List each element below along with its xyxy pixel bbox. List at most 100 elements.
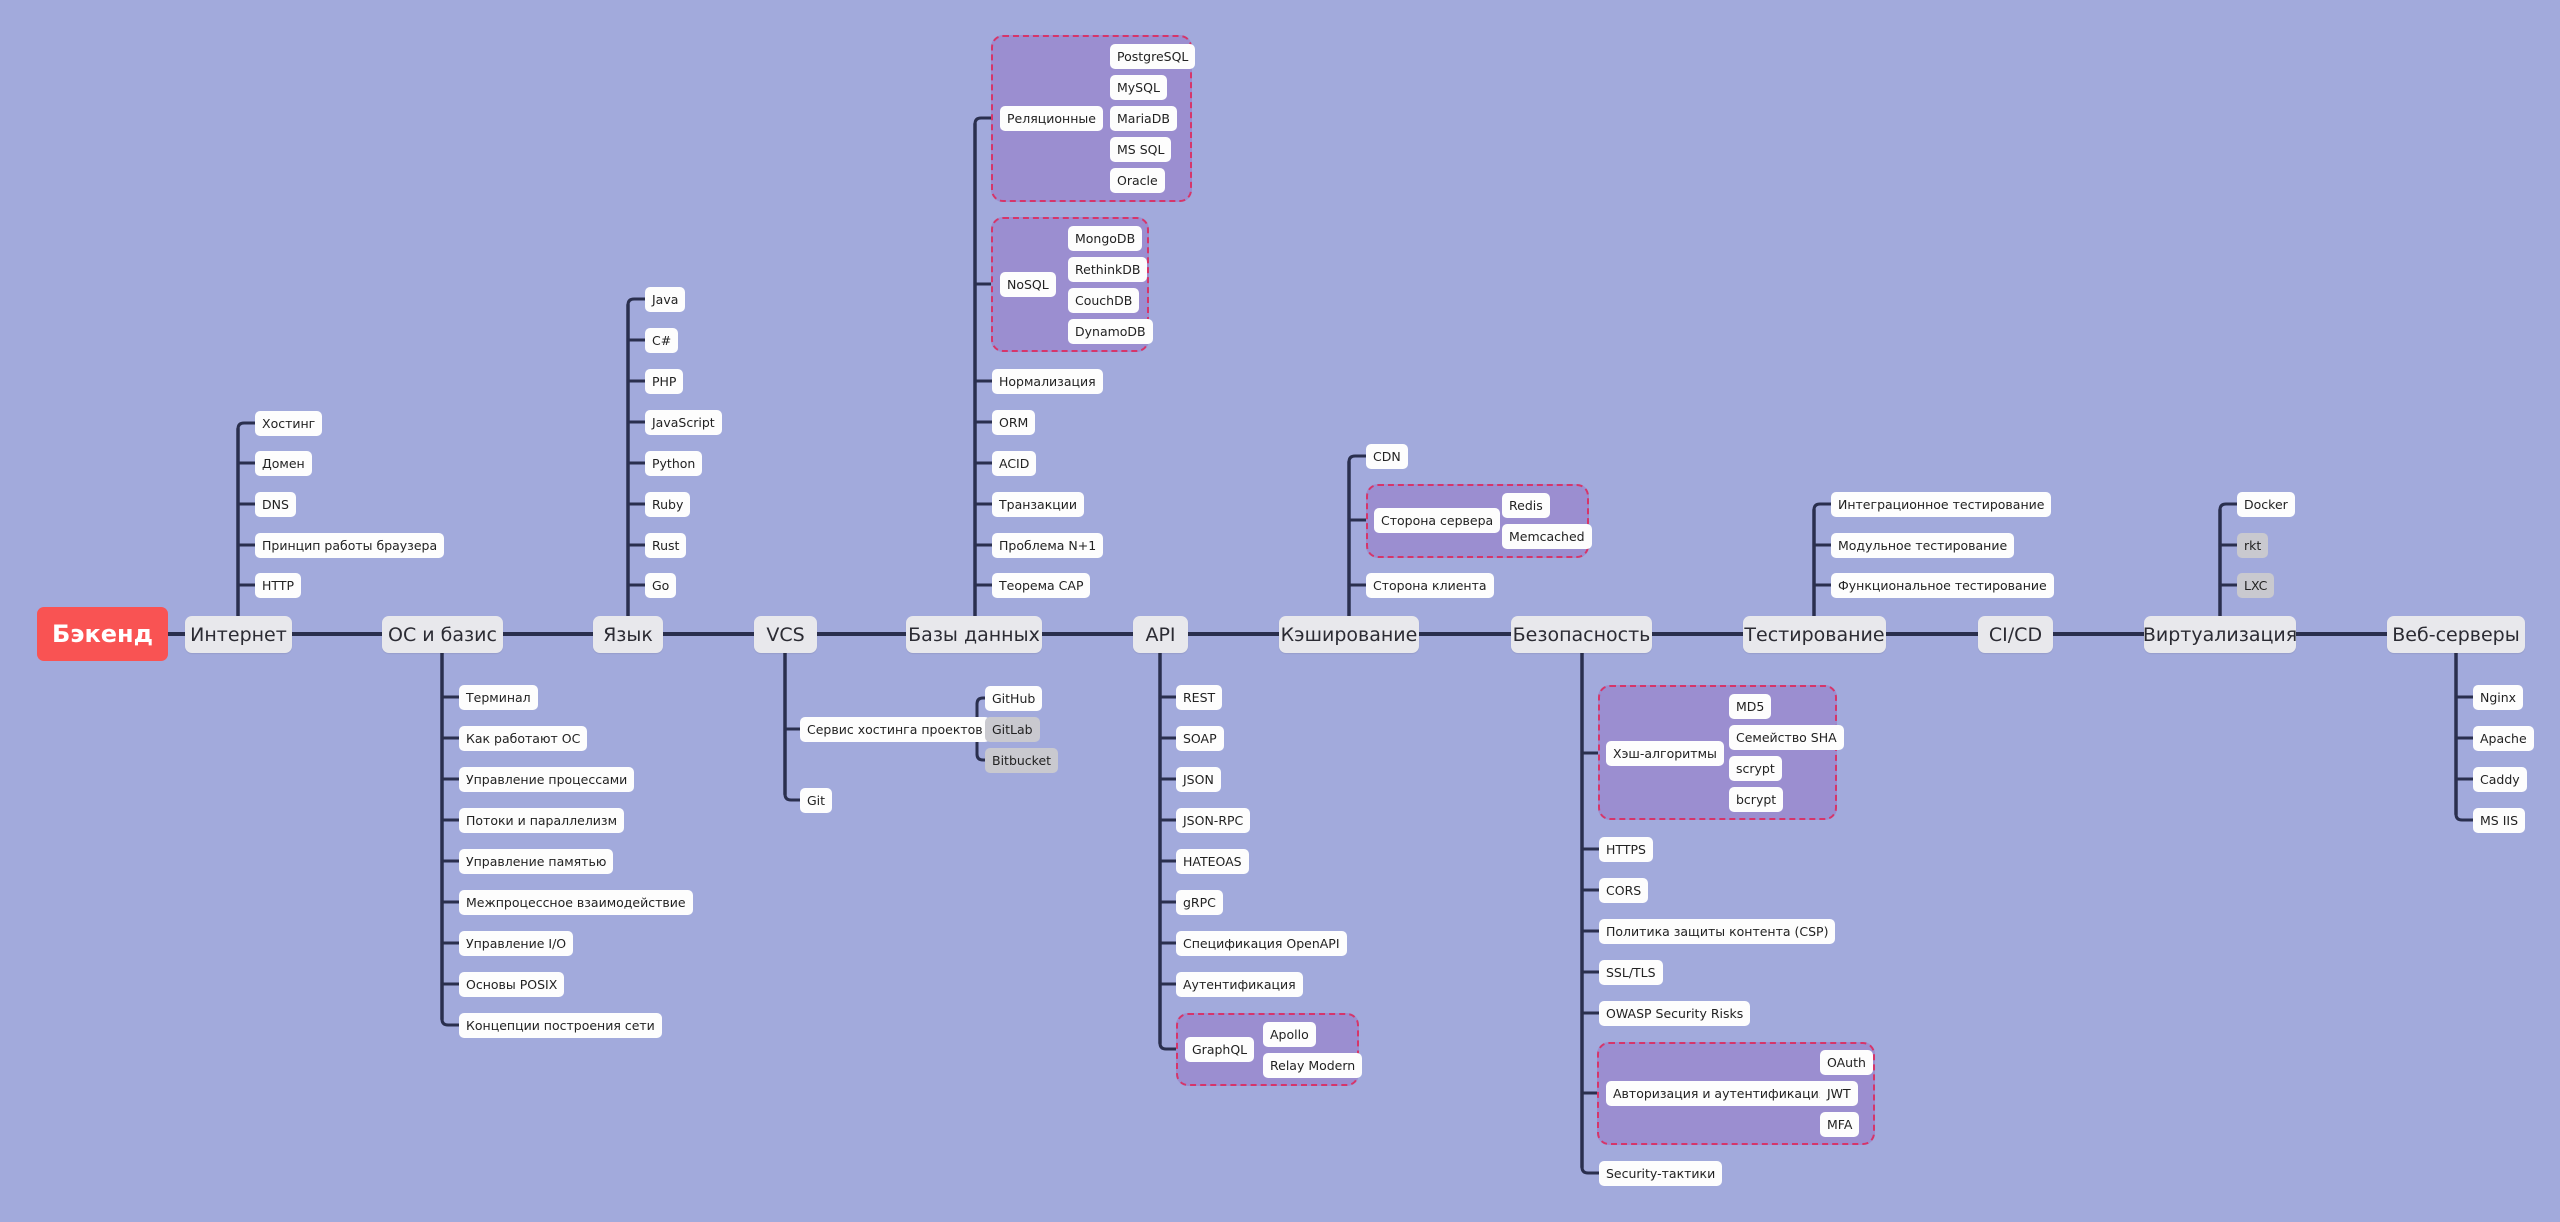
subitem-postgresql[interactable]: PostgreSQL [1110, 43, 1196, 69]
item-apache[interactable]: Apache [2473, 725, 2534, 751]
item-домен[interactable]: Домен [255, 450, 312, 476]
item-аутентификация[interactable]: Аутентификация [1176, 971, 1303, 997]
item-модульное-тестирование[interactable]: Модульное тестирование [1831, 532, 2015, 558]
item-как-работают-ос[interactable]: Как работают ОС [459, 725, 588, 751]
item-сторона-клиента[interactable]: Сторона клиента [1366, 572, 1494, 598]
item-принцип-работы-браузера[interactable]: Принцип работы браузера [255, 532, 445, 558]
topic-веб-серверы[interactable]: Веб-серверы [2387, 616, 2525, 653]
item-проблема-n-1[interactable]: Проблема N+1 [992, 532, 1104, 558]
item-hateoas[interactable]: HATEOAS [1176, 848, 1249, 874]
item-основы-posix[interactable]: Основы POSIX [459, 971, 565, 997]
item-авторизация-и-аутентификация[interactable]: Авторизация и аутентификация [1606, 1080, 1834, 1106]
item-javascript[interactable]: JavaScript [645, 409, 722, 435]
item-теорема-cap[interactable]: Теорема CAP [992, 572, 1091, 598]
item-docker[interactable]: Docker [2237, 491, 2295, 517]
subitem-apollo[interactable]: Apollo [1263, 1021, 1316, 1047]
subitem-relay-modern[interactable]: Relay Modern [1263, 1052, 1363, 1078]
subitem-rethinkdb[interactable]: RethinkDB [1068, 256, 1148, 282]
item-security-тактики[interactable]: Security-тактики [1599, 1160, 1723, 1186]
item-rkt[interactable]: rkt [2237, 532, 2269, 558]
subitem-github[interactable]: GitHub [985, 685, 1043, 711]
subitem-mysql[interactable]: MySQL [1110, 74, 1167, 100]
item-управление-i-o[interactable]: Управление I/O [459, 930, 574, 956]
topic-виртуализация[interactable]: Виртуализация [2143, 616, 2297, 653]
item-ssl-tls[interactable]: SSL/TLS [1599, 959, 1663, 985]
item-php[interactable]: PHP [645, 368, 684, 394]
root-node-backend[interactable]: Бэкенд [37, 607, 168, 661]
item-https[interactable]: HTTPS [1599, 836, 1653, 862]
item-концепции-построения-сети[interactable]: Концепции построения сети [459, 1012, 662, 1038]
item-lxc[interactable]: LXC [2237, 572, 2275, 598]
subitem-семейство-sha[interactable]: Семейство SHA [1729, 724, 1844, 750]
item-хостинг[interactable]: Хостинг [255, 410, 323, 436]
item-потоки-и-параллелизм[interactable]: Потоки и параллелизм [459, 807, 625, 833]
item-интеграционное-тестирование[interactable]: Интеграционное тестирование [1831, 491, 2052, 517]
item-терминал[interactable]: Терминал [459, 684, 538, 710]
subitem-redis[interactable]: Redis [1502, 492, 1550, 518]
subitem-bcrypt[interactable]: bcrypt [1729, 786, 1784, 812]
item-управление-процессами[interactable]: Управление процессами [459, 766, 635, 792]
item-grpc[interactable]: gRPC [1176, 889, 1223, 915]
item-git[interactable]: Git [800, 787, 833, 813]
subitem-mongodb[interactable]: MongoDB [1068, 225, 1143, 251]
item-сервис-хостинга-проектов[interactable]: Сервис хостинга проектов [800, 716, 990, 742]
topic-безопасность[interactable]: Безопасность [1511, 616, 1652, 653]
topic-vcs[interactable]: VCS [754, 616, 817, 653]
subitem-bitbucket[interactable]: Bitbucket [985, 747, 1059, 773]
item-rest[interactable]: REST [1176, 684, 1223, 710]
item-c[interactable]: C# [645, 327, 679, 353]
item-реляционные[interactable]: Реляционные [1000, 105, 1103, 131]
item-транзакции[interactable]: Транзакции [992, 491, 1085, 517]
item-rust[interactable]: Rust [645, 532, 687, 558]
connector [2454, 813, 2473, 822]
item-caddy[interactable]: Caddy [2473, 766, 2527, 792]
item-graphql[interactable]: GraphQL [1185, 1036, 1255, 1062]
item-нормализация[interactable]: Нормализация [992, 368, 1103, 394]
item-управление-памятью[interactable]: Управление памятью [459, 848, 614, 874]
subitem-jwt[interactable]: JWT [1820, 1080, 1858, 1106]
subitem-scrypt[interactable]: scrypt [1729, 755, 1782, 781]
topic-ci-cd[interactable]: CI/CD [1978, 616, 2053, 653]
subitem-dynamodb[interactable]: DynamoDB [1068, 318, 1153, 344]
item-go[interactable]: Go [645, 572, 677, 598]
item-http[interactable]: HTTP [255, 572, 301, 598]
subitem-memcached[interactable]: Memcached [1502, 523, 1592, 549]
item-nginx[interactable]: Nginx [2473, 684, 2524, 710]
topic-ос-и-базис[interactable]: ОС и базис [382, 616, 503, 653]
subitem-couchdb[interactable]: CouchDB [1068, 287, 1140, 313]
subitem-ms-sql[interactable]: MS SQL [1110, 136, 1172, 162]
item-cors[interactable]: CORS [1599, 877, 1649, 903]
item-cdn[interactable]: CDN [1366, 443, 1408, 469]
topic-язык[interactable]: Язык [593, 616, 663, 653]
subitem-md5[interactable]: MD5 [1729, 693, 1772, 719]
subitem-oracle[interactable]: Oracle [1110, 167, 1165, 193]
item-acid[interactable]: ACID [992, 450, 1037, 476]
item-dns[interactable]: DNS [255, 491, 296, 517]
item-java[interactable]: Java [645, 286, 686, 312]
item-soap[interactable]: SOAP [1176, 725, 1224, 751]
item-спецификация-openapi[interactable]: Спецификация OpenAPI [1176, 930, 1347, 956]
item-межпроцессное-взаимодействие[interactable]: Межпроцессное взаимодействие [459, 889, 693, 915]
topic-базы-данных[interactable]: Базы данных [906, 616, 1042, 653]
item-owasp-security-risks[interactable]: OWASP Security Risks [1599, 1000, 1751, 1026]
item-python[interactable]: Python [645, 450, 703, 476]
item-orm[interactable]: ORM [992, 409, 1036, 435]
item-json[interactable]: JSON [1176, 766, 1221, 792]
item-json-rpc[interactable]: JSON-RPC [1176, 807, 1251, 833]
topic-api[interactable]: API [1133, 616, 1188, 653]
item-хэш-алгоритмы[interactable]: Хэш-алгоритмы [1606, 740, 1724, 766]
item-ruby[interactable]: Ruby [645, 491, 691, 517]
connector [626, 297, 645, 306]
topic-кэширование[interactable]: Кэширование [1279, 616, 1419, 653]
subitem-oauth[interactable]: OAuth [1820, 1049, 1873, 1075]
subitem-mfa[interactable]: MFA [1820, 1111, 1860, 1137]
item-функциональное-тестирование[interactable]: Функциональное тестирование [1831, 572, 2054, 598]
item-политика-защиты-контента-csp[interactable]: Политика защиты контента (CSP) [1599, 918, 1836, 944]
item-сторона-сервера[interactable]: Сторона сервера [1374, 507, 1501, 533]
subitem-gitlab[interactable]: GitLab [985, 716, 1040, 742]
subitem-mariadb[interactable]: MariaDB [1110, 105, 1177, 131]
item-ms-iis[interactable]: MS IIS [2473, 807, 2526, 833]
item-nosql[interactable]: NoSQL [1000, 271, 1056, 297]
topic-интернет[interactable]: Интернет [185, 616, 292, 653]
topic-тестирование[interactable]: Тестирование [1743, 616, 1886, 653]
